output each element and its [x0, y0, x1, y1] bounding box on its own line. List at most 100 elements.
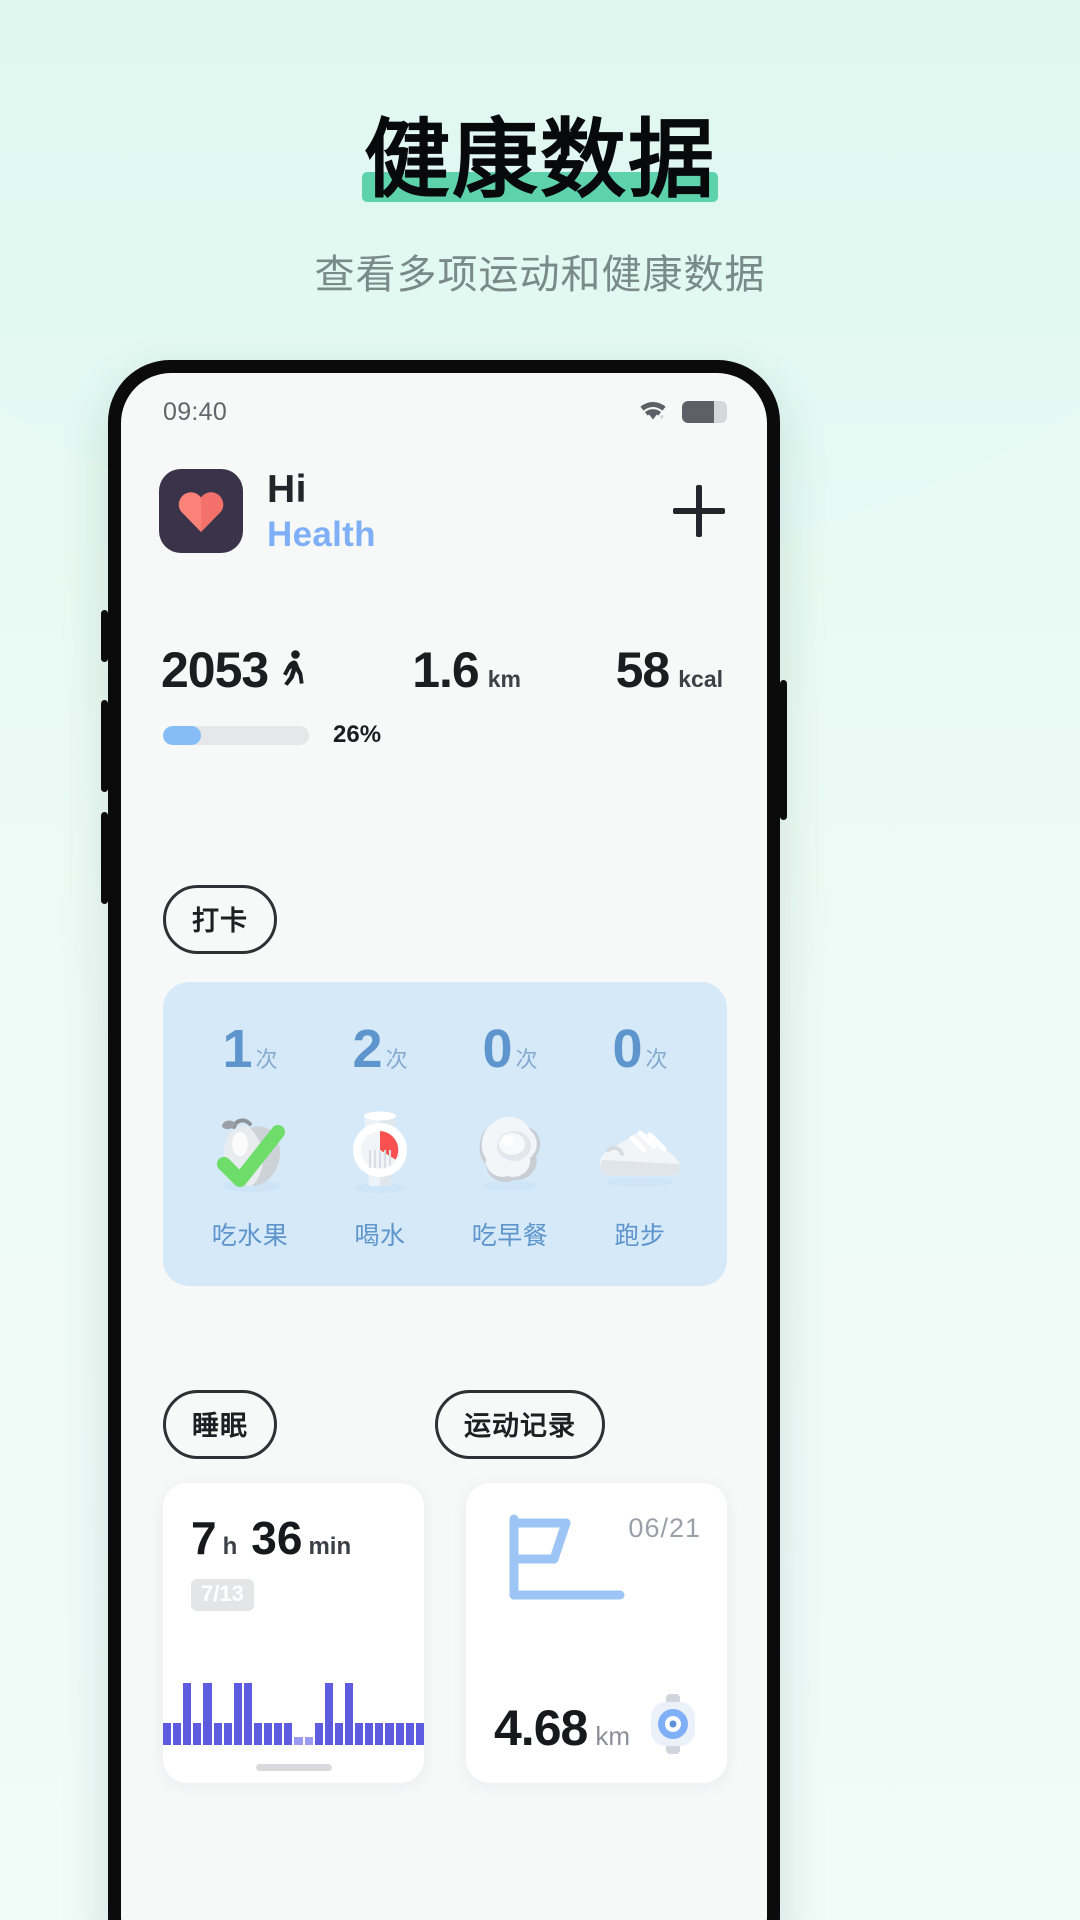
exercise-distance: 4.68 km: [494, 1699, 630, 1757]
checkin-label: 吃水果: [211, 1222, 289, 1250]
exercise-section-pill[interactable]: 运动记录: [435, 1390, 605, 1459]
sleep-bar: [324, 1683, 333, 1745]
checkin-count-unit: 次: [515, 1047, 538, 1072]
sleep-bar: [253, 1723, 263, 1745]
checkin-item-fruit[interactable]: 1次 吃水果: [185, 1022, 315, 1252]
exercise-date: 06/21: [628, 1513, 701, 1543]
distance-unit: km: [487, 666, 521, 692]
app-name-block: Hi Health: [267, 468, 376, 554]
app-name-line1: Hi: [267, 468, 307, 512]
sleep-minutes-unit: min: [308, 1533, 352, 1560]
phone-mockup: 09:40 Hi Health 2053 1.6 km 58 kcal 26% …: [101, 360, 787, 1920]
progress-percent-label: 26%: [333, 721, 382, 748]
sleep-bar: [415, 1723, 424, 1745]
checkin-count-unit: 次: [645, 1047, 668, 1072]
hero-title-wrap: 健康数据: [358, 112, 722, 208]
sleep-bar: [243, 1683, 252, 1745]
sleep-bar: [355, 1723, 364, 1745]
checkin-item-water[interactable]: 2次 喝水: [315, 1022, 445, 1252]
stat-steps: 2053: [161, 641, 306, 699]
checkin-count-value: 2: [352, 1019, 382, 1079]
sleep-duration: 7 h 36 min: [191, 1511, 398, 1565]
phone-mute-button[interactable]: [101, 610, 108, 662]
exercise-distance-unit: km: [595, 1721, 630, 1751]
sleep-bar: [163, 1723, 172, 1745]
checkin-label: 跑步: [614, 1222, 666, 1250]
hero-section: 健康数据 查看多项运动和健康数据: [0, 112, 1080, 300]
fried-egg-icon: [445, 1098, 575, 1202]
status-time: 09:40: [163, 397, 228, 426]
sleep-bar: [385, 1723, 394, 1745]
checkin-card: 1次 吃水果 2次 喝水 0 次 吃早餐 0 次 跑步: [163, 982, 727, 1286]
checkin-count: 2次: [315, 1022, 445, 1076]
treadmill-icon: [492, 1514, 642, 1633]
app-name-line2: Health: [267, 514, 376, 554]
checkin-count-value: 0: [482, 1019, 512, 1079]
page-title: 健康数据: [364, 112, 716, 208]
checkin-count-value: 1: [222, 1019, 252, 1079]
sleep-bar: [274, 1723, 283, 1745]
status-bar: 09:40: [121, 373, 767, 439]
wifi-icon: [637, 398, 669, 427]
sleep-bar: [264, 1723, 273, 1745]
checkin-item-breakfast[interactable]: 0次 吃早餐: [445, 1022, 575, 1252]
bottom-section-headers: 睡眠 运动记录: [121, 1286, 767, 1459]
stat-calories: 58 kcal: [616, 641, 723, 699]
calories-value: 58: [615, 642, 671, 698]
checkin-count-value: 0: [612, 1019, 642, 1079]
sleep-bar: [334, 1723, 343, 1745]
exercise-card[interactable]: 06/21 4.68 km: [466, 1483, 727, 1783]
checkin-count-unit: 次: [385, 1047, 408, 1072]
progress-bar: [163, 725, 309, 745]
checkin-section-header: 打卡: [121, 749, 767, 954]
apple-check-icon: [185, 1098, 315, 1202]
steps-value: 2053: [161, 642, 269, 698]
battery-fill: [682, 401, 714, 423]
stat-distance: 1.6 km: [412, 641, 521, 699]
calories-unit: kcal: [678, 666, 723, 692]
sleep-bar: [203, 1683, 212, 1745]
sleep-bar: [365, 1723, 374, 1745]
home-indicator: [255, 1764, 332, 1771]
checkin-label: 喝水: [354, 1222, 406, 1250]
add-icon[interactable]: [667, 479, 731, 543]
sleep-bar: [294, 1737, 303, 1745]
sleep-minutes: 36: [251, 1512, 303, 1564]
sleep-hours: 7: [191, 1512, 217, 1564]
checkin-item-running[interactable]: 0次 跑步: [575, 1022, 705, 1252]
sleep-bar: [233, 1683, 242, 1745]
phone-volume-up-button[interactable]: [101, 700, 108, 792]
sleep-bar: [213, 1723, 222, 1745]
checkin-label: 吃早餐: [471, 1222, 549, 1250]
water-glass-icon: [315, 1098, 445, 1202]
status-icons: [637, 398, 727, 427]
sleep-bar: [223, 1723, 232, 1745]
phone-volume-down-button[interactable]: [101, 812, 108, 904]
sleep-bar: [284, 1723, 293, 1745]
sleep-date-badge: 7/13: [191, 1579, 254, 1611]
sleep-bar: [405, 1723, 414, 1745]
heart-app-icon[interactable]: [159, 469, 243, 553]
sleep-bar: [173, 1723, 182, 1745]
phone-power-button[interactable]: [780, 680, 787, 820]
sleep-bar: [395, 1723, 404, 1745]
sleep-bar: [375, 1723, 384, 1745]
checkin-count-unit: 次: [255, 1047, 278, 1072]
sleep-section-pill[interactable]: 睡眠: [163, 1390, 277, 1459]
sleep-bar: [314, 1723, 323, 1745]
sleep-card[interactable]: 7 h 36 min 7/13: [163, 1483, 424, 1783]
checkin-count: 0次: [575, 1022, 705, 1076]
sleep-bar: [344, 1683, 354, 1745]
page-subtitle: 查看多项运动和健康数据: [314, 253, 766, 298]
walking-person-icon: [280, 649, 306, 691]
sleep-hours-unit: h: [222, 1533, 238, 1560]
sleep-bar: [304, 1737, 313, 1745]
sleep-card-body: 7 h 36 min 7/13: [163, 1483, 424, 1611]
sleep-bar: [183, 1683, 192, 1745]
sleep-bar: [193, 1723, 202, 1745]
checkin-count: 1次: [185, 1022, 315, 1076]
steps-progress-row: 26%: [121, 699, 767, 749]
smartwatch-icon: [641, 1692, 705, 1761]
exercise-distance-value: 4.68: [494, 1700, 588, 1756]
checkin-section-pill[interactable]: 打卡: [163, 885, 277, 954]
